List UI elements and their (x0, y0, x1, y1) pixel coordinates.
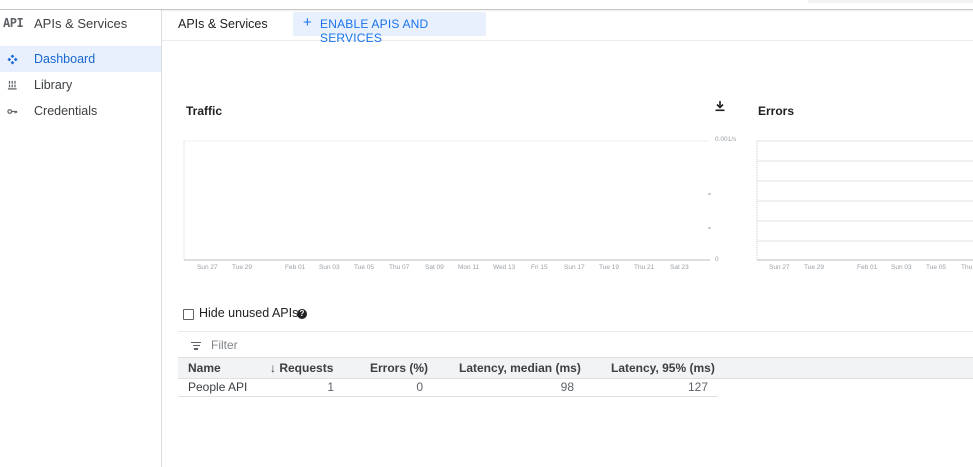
sidebar-item-label: Credentials (34, 104, 98, 118)
filter-bar[interactable]: Filter (178, 331, 973, 358)
traffic-x-tick-label: Sat 09 (425, 264, 444, 271)
product-title[interactable]: APIs & Services (34, 16, 127, 31)
column-header-errors[interactable]: Errors (%) (370, 361, 428, 375)
traffic-x-tick-label: Tue 05 (354, 264, 374, 271)
hide-unused-label[interactable]: Hide unused APIs (199, 306, 298, 320)
cell-errors: 0 (416, 380, 423, 394)
top-bar-segment (808, 0, 973, 3)
sidebar-item-label: Dashboard (34, 52, 96, 66)
column-header-latency-median[interactable]: Latency, median (ms) (459, 361, 581, 375)
cell-latency-median: 98 (560, 380, 574, 394)
column-header-requests[interactable]: ↓ Requests (270, 361, 333, 375)
page-header: APIs & Services + ENABLE APIS AND SERVIC… (162, 10, 973, 45)
traffic-x-tick-label: Mon 11 (458, 264, 480, 271)
traffic-x-tick-label: Sun 03 (319, 264, 340, 271)
column-header-name[interactable]: Name (188, 361, 221, 375)
download-icon[interactable] (714, 100, 726, 112)
column-header-label: Requests (279, 361, 334, 375)
traffic-y-top-label: 0.001/s (715, 136, 737, 143)
plus-icon: + (303, 14, 312, 31)
top-bar (0, 0, 973, 10)
errors-x-tick-label: Tue 05 (926, 264, 946, 271)
sidebar: API APIs & Services Dashboard Library Cr… (0, 10, 162, 467)
sidebar-item-library[interactable]: Library (0, 72, 161, 98)
traffic-x-tick-label: Feb 01 (285, 264, 306, 271)
sidebar-brand: API APIs & Services (0, 10, 161, 38)
cell-name[interactable]: People API (188, 380, 247, 394)
traffic-x-tick-label: Fri 15 (531, 264, 548, 271)
hide-unused-checkbox[interactable] (183, 309, 194, 320)
enable-apis-button[interactable]: + ENABLE APIS AND SERVICES (293, 12, 486, 45)
filter-icon (191, 342, 201, 350)
errors-x-tick-label: Feb 01 (857, 264, 878, 271)
traffic-x-tick-label: Thu 07 (389, 264, 410, 271)
traffic-x-tick-label: Thu 21 (634, 264, 655, 271)
dashboard-icon (7, 54, 18, 65)
table-row[interactable]: People API 1 0 98 127 (178, 378, 718, 397)
errors-chart-title: Errors (758, 104, 795, 118)
api-logo: API (3, 16, 24, 30)
cell-latency-95: 127 (687, 380, 708, 394)
sidebar-item-label: Library (34, 78, 73, 92)
help-icon[interactable]: ? (297, 309, 307, 319)
traffic-chart (183, 140, 711, 261)
sidebar-item-credentials[interactable]: Credentials (0, 98, 161, 124)
errors-x-tick-label: Sun 27 (769, 264, 790, 271)
traffic-x-tick-label: Tue 19 (599, 264, 619, 271)
cell-requests: 1 (327, 380, 334, 394)
errors-x-tick-label: Sun 03 (891, 264, 912, 271)
traffic-y-bottom-label: 0 (715, 256, 719, 263)
traffic-x-tick-label: Tue 29 (232, 264, 252, 271)
filter-input[interactable]: Filter (211, 338, 238, 352)
key-icon (7, 109, 18, 114)
column-header-latency-95[interactable]: Latency, 95% (ms) (611, 361, 715, 375)
page-title: APIs & Services (178, 17, 268, 31)
sidebar-item-dashboard[interactable]: Dashboard (0, 46, 161, 72)
enable-apis-label: ENABLE APIS AND SERVICES (320, 17, 429, 45)
traffic-x-tick-label: Wed 13 (493, 264, 516, 271)
sort-arrow-icon: ↓ (270, 361, 276, 375)
traffic-chart-title: Traffic (186, 104, 223, 118)
errors-chart (756, 140, 973, 261)
traffic-x-tick-label: Sun 17 (564, 264, 585, 271)
errors-x-tick-label: Tue 29 (804, 264, 824, 271)
traffic-x-tick-label: Sat 23 (670, 264, 689, 271)
errors-x-tick-label: Thu (961, 264, 973, 271)
table-header: Name ↓ Requests Errors (%) Latency, medi… (178, 357, 973, 379)
library-icon (7, 80, 17, 90)
traffic-x-tick-label: Sun 27 (197, 264, 218, 271)
